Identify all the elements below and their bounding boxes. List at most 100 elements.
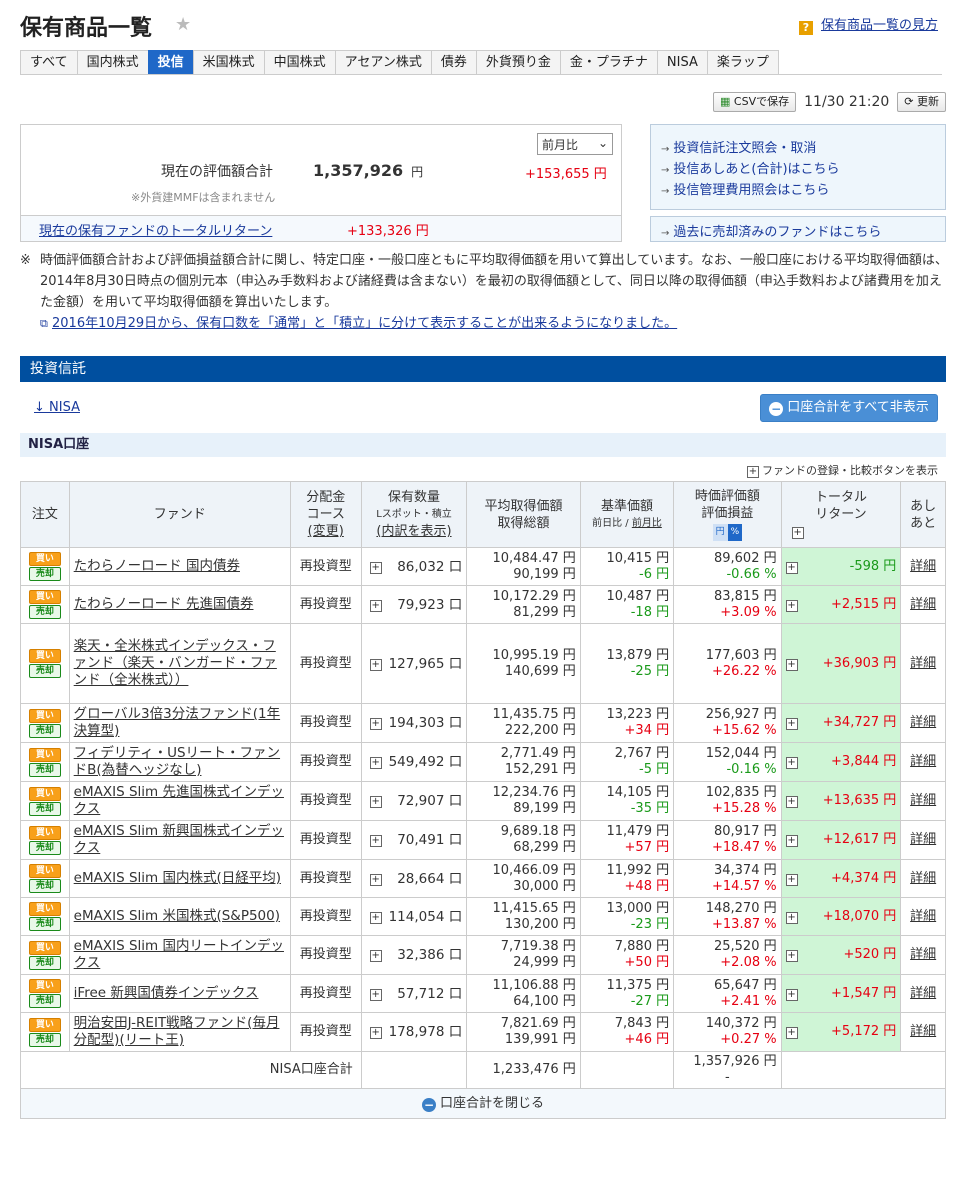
detail-link[interactable]: 詳細 bbox=[910, 597, 936, 612]
fund-link[interactable]: eMAXIS Slim 新興国株式インデックス bbox=[74, 823, 284, 856]
detail-link[interactable]: 詳細 bbox=[910, 832, 936, 847]
detail-link[interactable]: 詳細 bbox=[910, 871, 936, 886]
plus-icon[interactable]: + bbox=[369, 757, 382, 769]
fund-link[interactable]: 明治安田J-REIT戦略ファンド(毎月分配型)(リート王) bbox=[74, 1015, 280, 1048]
sell-button[interactable]: 売却 bbox=[28, 917, 61, 931]
tab-3[interactable]: 米国株式 bbox=[192, 50, 265, 74]
tab-5[interactable]: アセアン株式 bbox=[334, 50, 432, 74]
tab-7[interactable]: 外貨預り金 bbox=[475, 50, 561, 74]
plus-icon[interactable]: + bbox=[785, 561, 798, 574]
help-link[interactable]: 保有商品一覧の見方 bbox=[821, 18, 938, 33]
fund-link[interactable]: たわらノーロード 先進国債券 bbox=[74, 596, 254, 612]
fund-link[interactable]: eMAXIS Slim 先進国株式インデックス bbox=[74, 784, 284, 817]
register-compare-toggle[interactable]: + ファンドの登録・比較ボタンを表示 bbox=[747, 462, 938, 478]
nisa-anchor-link[interactable]: ↓ NISA bbox=[34, 400, 80, 415]
hide-all-totals-button[interactable]: − 口座合計をすべて非表示 bbox=[760, 394, 938, 422]
plus-icon[interactable]: + bbox=[785, 988, 798, 1001]
yen-pct-toggle[interactable]: 円% bbox=[712, 524, 743, 541]
sell-button[interactable]: 売却 bbox=[28, 762, 61, 777]
sell-button[interactable]: 売却 bbox=[28, 1032, 61, 1047]
sell-button[interactable]: 売却 bbox=[28, 801, 61, 816]
csv-save-button[interactable]: ▦ CSVで保存 bbox=[713, 92, 797, 112]
buy-button[interactable]: 買い bbox=[28, 747, 61, 762]
buy-button[interactable]: 買い bbox=[28, 902, 61, 916]
compare-select[interactable]: 前月比 ⌄ bbox=[537, 133, 613, 155]
tab-6[interactable]: 債券 bbox=[430, 50, 477, 74]
total-return-link[interactable]: 現在の保有ファンドのトータルリターン bbox=[39, 220, 272, 239]
tab-8[interactable]: 金・プラチナ bbox=[559, 50, 658, 74]
plus-icon[interactable]: + bbox=[369, 658, 382, 671]
fund-link[interactable]: eMAXIS Slim 国内株式(日経平均) bbox=[74, 870, 281, 886]
refresh-button[interactable]: ⟳ 更新 bbox=[897, 92, 946, 112]
notice-link[interactable]: 2016年10月29日から、保有口数を「通常」と「積立」に分けて表示することが出… bbox=[52, 316, 677, 331]
plus-icon[interactable]: + bbox=[369, 988, 382, 1001]
detail-link[interactable]: 詳細 bbox=[910, 947, 936, 962]
buy-button[interactable]: 買い bbox=[28, 590, 61, 604]
plus-icon[interactable]: + bbox=[785, 873, 798, 886]
sell-button[interactable]: 売却 bbox=[28, 994, 61, 1008]
buy-button[interactable]: 買い bbox=[28, 708, 61, 723]
help-link-area[interactable]: ? 保有商品一覧の見方 bbox=[798, 14, 938, 35]
detail-link[interactable]: 詳細 bbox=[910, 754, 936, 769]
side-link-footprint[interactable]: 投信あしあと(合計)はこちら bbox=[673, 162, 839, 177]
detail-link[interactable]: 詳細 bbox=[910, 656, 936, 671]
tab-10[interactable]: 楽ラップ bbox=[706, 50, 779, 74]
plus-icon[interactable]: + bbox=[785, 718, 798, 730]
fund-link[interactable]: グローバル3倍3分法ファンド(1年決算型) bbox=[74, 706, 280, 739]
tab-9[interactable]: NISA bbox=[656, 50, 708, 74]
favorite-star-icon[interactable]: ★ bbox=[175, 14, 191, 35]
buy-button[interactable]: 買い bbox=[28, 786, 61, 801]
sell-button[interactable]: 売却 bbox=[28, 840, 61, 855]
plus-icon[interactable]: + bbox=[369, 1027, 382, 1039]
plus-icon[interactable]: + bbox=[369, 873, 382, 886]
plus-icon[interactable]: + bbox=[369, 796, 382, 808]
fund-link[interactable]: 楽天・全米株式インデックス・ファンド（楽天・バンガード・ファンド（全米株式）） bbox=[74, 638, 277, 688]
plus-icon[interactable]: + bbox=[785, 835, 798, 847]
plus-icon[interactable]: + bbox=[369, 599, 382, 612]
sell-button[interactable]: 売却 bbox=[28, 955, 61, 970]
tab-2[interactable]: 投信 bbox=[147, 50, 194, 74]
detail-link[interactable]: 詳細 bbox=[910, 793, 936, 808]
sell-button[interactable]: 売却 bbox=[28, 567, 61, 581]
side-link-order[interactable]: 投資信託注文照会・取消 bbox=[673, 141, 816, 156]
buy-button[interactable]: 買い bbox=[28, 825, 61, 840]
detail-link[interactable]: 詳細 bbox=[910, 1024, 936, 1039]
fund-link[interactable]: たわらノーロード 国内債券 bbox=[74, 558, 240, 574]
buy-button[interactable]: 買い bbox=[28, 649, 61, 663]
close-totals-button[interactable]: − 口座合計を閉じる bbox=[20, 1088, 946, 1119]
plus-icon[interactable]: + bbox=[785, 950, 798, 962]
sell-button[interactable]: 売却 bbox=[28, 879, 61, 893]
plus-icon[interactable]: + bbox=[785, 911, 798, 924]
buy-button[interactable]: 買い bbox=[28, 940, 61, 955]
fund-link[interactable]: eMAXIS Slim 国内リートインデックス bbox=[74, 938, 284, 971]
fund-link[interactable]: eMAXIS Slim 米国株式(S&P500) bbox=[74, 908, 280, 924]
tab-4[interactable]: 中国株式 bbox=[263, 50, 336, 74]
buy-button[interactable]: 買い bbox=[28, 552, 61, 566]
detail-link[interactable]: 詳細 bbox=[910, 559, 936, 574]
side-link-sold[interactable]: 過去に売却済みのファンドはこちら bbox=[673, 225, 881, 240]
plus-icon[interactable]: + bbox=[785, 1027, 798, 1039]
tab-1[interactable]: 国内株式 bbox=[76, 50, 149, 74]
plus-icon[interactable]: + bbox=[369, 911, 382, 924]
sell-button[interactable]: 売却 bbox=[28, 605, 61, 619]
plus-icon[interactable]: + bbox=[369, 718, 382, 730]
tab-0[interactable]: すべて bbox=[20, 50, 78, 74]
buy-button[interactable]: 買い bbox=[28, 979, 61, 993]
plus-icon[interactable]: + bbox=[791, 527, 804, 539]
sell-button[interactable]: 売却 bbox=[28, 723, 61, 738]
plus-icon[interactable]: + bbox=[785, 796, 798, 808]
plus-icon[interactable]: + bbox=[369, 835, 382, 847]
detail-link[interactable]: 詳細 bbox=[910, 909, 936, 924]
detail-link[interactable]: 詳細 bbox=[910, 715, 936, 730]
sell-button[interactable]: 売却 bbox=[28, 664, 61, 678]
col-qty[interactable]: 保有数量 Lスポット・積立 (内訳を表示) bbox=[360, 481, 468, 548]
fund-link[interactable]: フィデリティ・USリート・ファンドB(為替ヘッジなし) bbox=[74, 745, 280, 778]
col-course[interactable]: 分配金 コース (変更) bbox=[289, 481, 362, 548]
plus-icon[interactable]: + bbox=[369, 561, 382, 574]
plus-icon[interactable]: + bbox=[785, 658, 798, 671]
side-link-fees[interactable]: 投信管理費用照会はこちら bbox=[673, 183, 829, 198]
buy-button[interactable]: 買い bbox=[28, 1017, 61, 1032]
buy-button[interactable]: 買い bbox=[28, 864, 61, 878]
detail-link[interactable]: 詳細 bbox=[910, 986, 936, 1001]
plus-icon[interactable]: + bbox=[369, 950, 382, 962]
